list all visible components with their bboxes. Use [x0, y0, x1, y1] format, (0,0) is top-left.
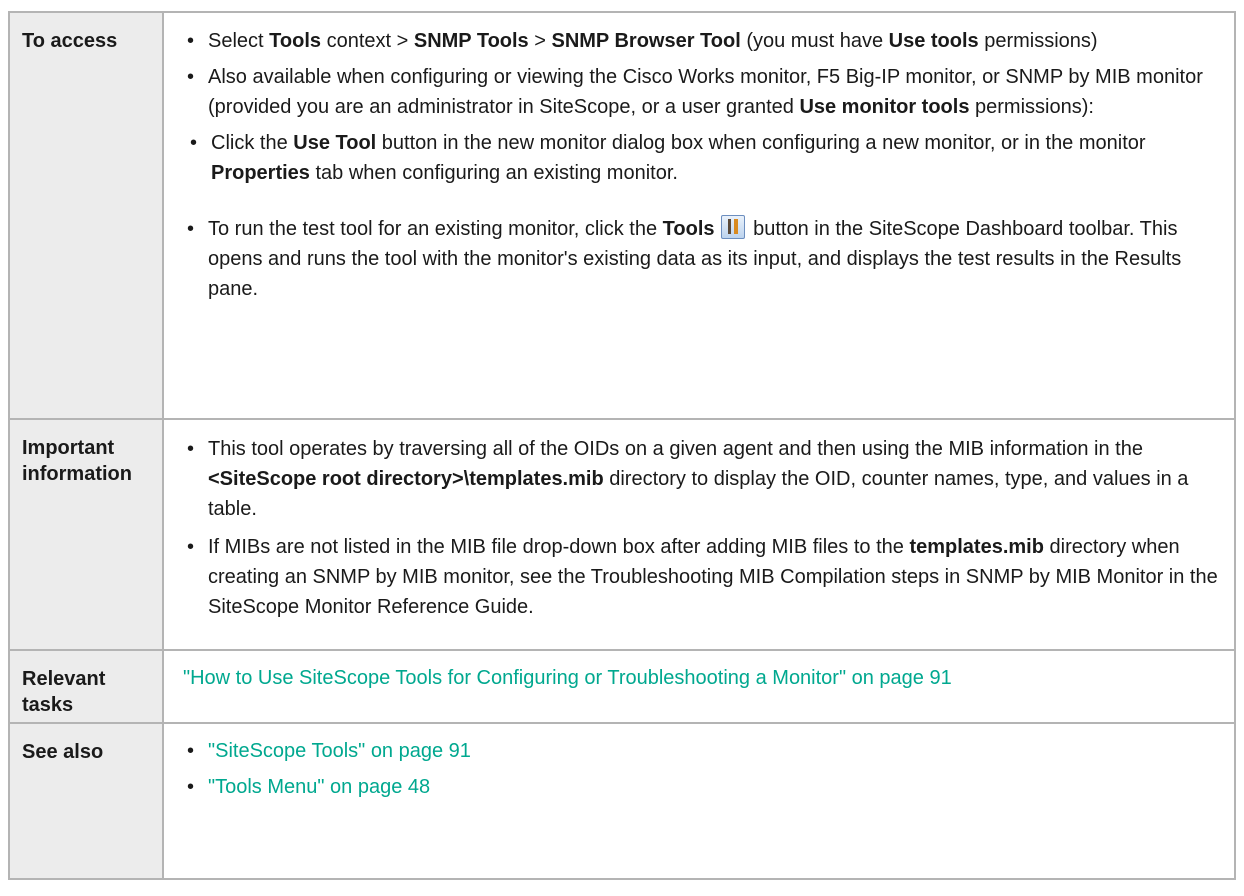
tools-menu-link[interactable]: "Tools Menu" on page 48	[208, 776, 430, 798]
access-bullet-2: Also available when configuring or viewi…	[164, 62, 1226, 122]
reference-table: To access Select Tools context > SNMP To…	[8, 11, 1236, 880]
row-see-also: See also "SiteScope Tools" on page 91 "T…	[8, 722, 1236, 880]
content-important-information: This tool operates by traversing all of …	[162, 418, 1236, 651]
access-bullet-1: Select Tools context > SNMP Tools > SNMP…	[164, 26, 1226, 56]
content-see-also: "SiteScope Tools" on page 91 "Tools Menu…	[162, 722, 1236, 880]
sitescope-tools-link[interactable]: "SiteScope Tools" on page 91	[208, 740, 471, 762]
label-important-information: Important information	[8, 418, 164, 651]
label-relevant-tasks: Relevant tasks	[8, 649, 164, 724]
see-also-item: "Tools Menu" on page 48	[164, 772, 1226, 802]
label-see-also: See also	[8, 722, 164, 880]
tools-icon	[720, 215, 745, 239]
important-bullet-1: This tool operates by traversing all of …	[164, 434, 1226, 524]
how-to-use-tools-link[interactable]: "How to Use SiteScope Tools for Configur…	[183, 667, 952, 689]
see-also-item: "SiteScope Tools" on page 91	[164, 736, 1226, 766]
row-to-access: To access Select Tools context > SNMP To…	[8, 11, 1236, 420]
access-bullet-3: Click the Use Tool button in the new mon…	[164, 128, 1226, 188]
access-bullet-4: To run the test tool for an existing mon…	[164, 214, 1226, 304]
row-important-information: Important information This tool operates…	[8, 418, 1236, 651]
row-relevant-tasks: Relevant tasks "How to Use SiteScope Too…	[8, 649, 1236, 724]
important-bullet-2: If MIBs are not listed in the MIB file d…	[164, 532, 1226, 622]
content-to-access: Select Tools context > SNMP Tools > SNMP…	[162, 11, 1236, 420]
content-relevant-tasks: "How to Use SiteScope Tools for Configur…	[162, 649, 1236, 724]
label-to-access: To access	[8, 11, 164, 420]
